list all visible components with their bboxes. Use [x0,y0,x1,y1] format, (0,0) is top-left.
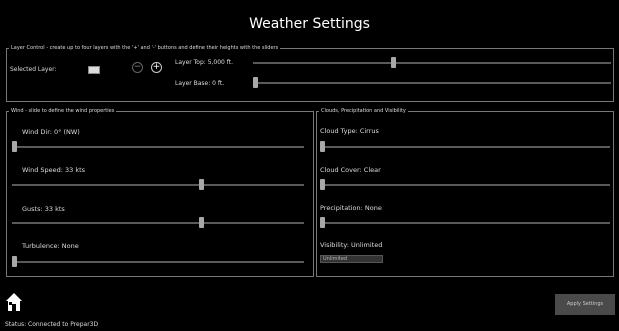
cloud-cover-label: Cloud Cover: Clear [320,166,381,174]
cloud-type-slider-thumb[interactable] [320,141,325,152]
layer-top-label: Layer Top: 5,000 ft. [175,59,234,66]
page-title: Weather Settings [249,16,370,32]
precipitation-slider-track[interactable] [320,222,610,224]
wind-speed-slider-track[interactable] [12,184,304,186]
layer-base-label: Layer Base: 0 ft. [175,80,225,87]
gusts-slider-thumb[interactable] [198,217,204,228]
precipitation-slider-thumb[interactable] [320,217,325,228]
precipitation-label: Precipitation: None [320,204,382,212]
layer-base-slider-thumb[interactable] [253,77,258,88]
turbulence-label: Turbulence: None [22,242,79,250]
selected-layer-label: Selected Layer: [10,66,57,73]
visibility-label: Visibility: Unlimited [320,241,383,249]
wind-speed-label: Wind Speed: 33 kts [22,166,86,174]
remove-layer-button[interactable]: − [132,62,143,73]
gusts-label: Gusts: 33 kts [22,205,65,213]
cloud-type-label: Cloud Type: Cirrus [320,127,379,135]
status-text: Status: Connected to Prepar3D [5,321,99,328]
visibility-dropdown-value: Unlimited [323,256,348,262]
wind-direction-label: Wind Dir: 0° (NW) [22,128,80,136]
add-layer-button[interactable]: + [151,62,162,73]
visibility-dropdown[interactable]: Unlimited [320,255,383,263]
wind-legend: Wind - slide to define the wind properti… [11,108,115,114]
layer-base-slider-track[interactable] [253,82,611,84]
layer-top-slider-track[interactable] [253,62,611,64]
turbulence-slider-thumb[interactable] [12,256,17,267]
wind-direction-slider-track[interactable] [12,146,304,148]
cloud-cover-slider-thumb[interactable] [320,179,325,190]
layer-top-slider-thumb[interactable] [390,57,396,68]
home-icon[interactable] [5,292,23,316]
apply-settings-button[interactable]: Apply Settings [555,294,615,315]
selected-layer-indicator[interactable] [88,66,100,74]
gusts-slider-track[interactable] [12,222,304,224]
cloud-cover-slider-track[interactable] [320,184,610,186]
cloud-type-slider-track[interactable] [320,146,610,148]
layer-control-legend: Layer Control - create up to four layers… [11,45,279,51]
turbulence-slider-track[interactable] [12,261,304,263]
wind-speed-slider-thumb[interactable] [198,179,204,190]
wind-direction-slider-thumb[interactable] [12,141,17,152]
clouds-legend: Clouds, Precipitation and Visibility [321,108,406,114]
